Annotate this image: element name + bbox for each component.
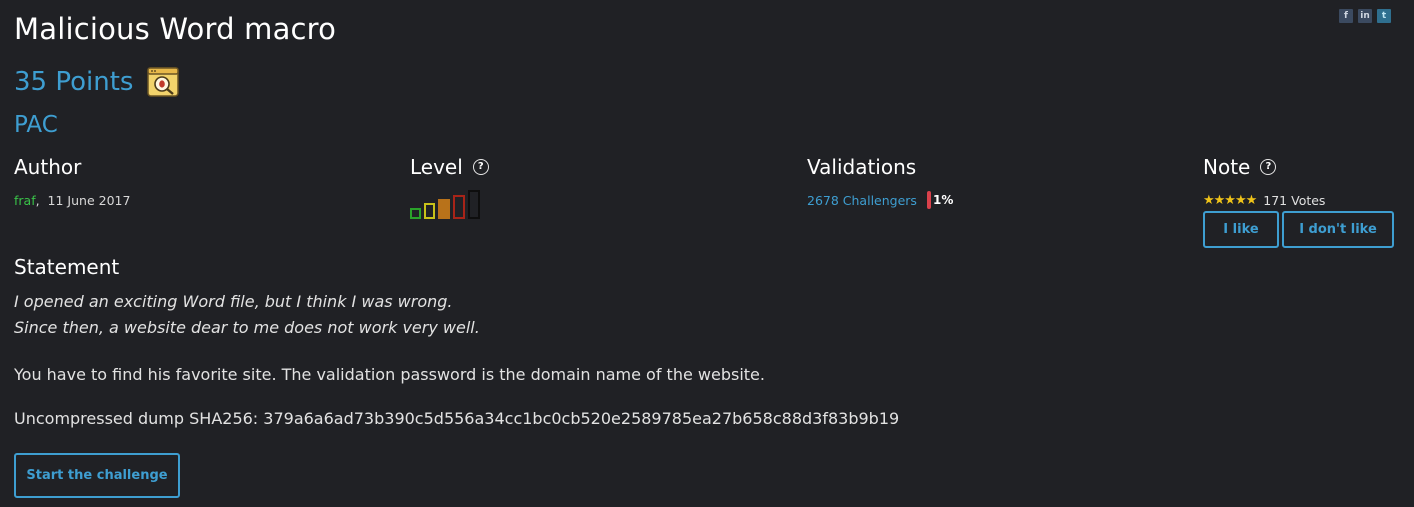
- points-row: 35 Points: [14, 66, 180, 98]
- sha256-line: Uncompressed dump SHA256: 379a6a6ad73b39…: [14, 409, 900, 428]
- note-heading: Note ?: [1203, 155, 1277, 179]
- start-challenge-button[interactable]: Start the challenge: [14, 453, 180, 498]
- statement-heading: Statement: [14, 255, 120, 279]
- level-bar-3: [438, 199, 450, 219]
- level-help-icon[interactable]: ?: [472, 159, 489, 175]
- percent-bar: [927, 191, 931, 209]
- votes-count: 171 Votes: [1263, 193, 1326, 208]
- page-title: Malicious Word macro: [14, 12, 337, 46]
- level-bar-5: [468, 190, 480, 219]
- forensics-bug-icon: [147, 67, 180, 97]
- validations-heading: Validations: [807, 155, 917, 179]
- facebook-icon[interactable]: f: [1339, 9, 1353, 23]
- author-link[interactable]: fraf: [14, 193, 36, 208]
- like-button[interactable]: I like: [1203, 211, 1279, 248]
- linkedin-icon[interactable]: in: [1358, 9, 1372, 23]
- social-share: f in t: [1339, 9, 1391, 23]
- points-value: 35 Points: [14, 67, 134, 97]
- statement-italic: I opened an exciting Word file, but I th…: [14, 289, 480, 341]
- difficulty-bars: [410, 190, 480, 219]
- challenge-category-link[interactable]: PAC: [14, 112, 58, 138]
- dislike-button[interactable]: I don't like: [1282, 211, 1394, 248]
- twitter-icon[interactable]: t: [1377, 9, 1391, 23]
- level-bar-4: [453, 195, 465, 219]
- author-heading: Author: [14, 155, 82, 179]
- star-rating-icon: ★★★★★: [1203, 193, 1257, 208]
- level-bar-1: [410, 208, 421, 219]
- level-bar-2: [424, 203, 435, 219]
- rating: ★★★★★ 171 Votes: [1203, 193, 1325, 208]
- statement-paragraph: You have to find his favorite site. The …: [14, 365, 765, 384]
- level-heading: Level ?: [410, 155, 489, 179]
- statement-line-1: I opened an exciting Word file, but I th…: [14, 292, 453, 311]
- author-info: fraf, 11 June 2017: [14, 193, 131, 208]
- challengers-link[interactable]: 2678 Challengers: [807, 193, 917, 208]
- validation-percentage: 1%: [927, 191, 953, 209]
- statement-line-2: Since then, a website dear to me does no…: [14, 318, 480, 337]
- publish-date: 11 June 2017: [47, 193, 131, 208]
- validations-info: 2678 Challengers: [807, 193, 917, 208]
- note-help-icon[interactable]: ?: [1260, 159, 1277, 175]
